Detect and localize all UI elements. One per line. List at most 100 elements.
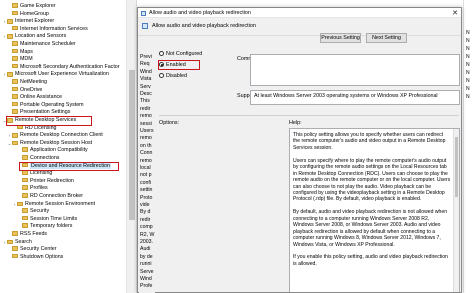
folder-icon [7, 72, 13, 77]
tree-item[interactable]: ⌄ Remote Desktop Session Host [0, 140, 93, 148]
help-paragraph: If you enable this policy setting, audio… [293, 254, 448, 267]
tree-item[interactable]: Application Compatibility [0, 147, 88, 155]
next-setting-button[interactable]: Next Setting [366, 33, 407, 43]
tree-item[interactable]: Portable Operating System [0, 101, 84, 110]
help-paragraph: Users can specify where to play the remo… [293, 157, 451, 203]
tree-item[interactable]: Connections [0, 155, 59, 163]
clipped-text: runni [140, 261, 152, 268]
dialog-subheader: Allow audio and video playback redirecti… [138, 19, 461, 36]
clipped-text: settin [140, 187, 153, 194]
options-label: Options: [159, 120, 180, 126]
setting-state: N [466, 54, 470, 60]
tree-item[interactable]: Maintenance Scheduler [0, 41, 76, 49]
clipped-text: Audi [140, 246, 151, 253]
radio-label: Enabled [166, 62, 186, 68]
tree-item[interactable]: RD Connection Broker [0, 193, 83, 201]
clipped-text: comp [140, 224, 153, 231]
setting-state: N [466, 94, 470, 100]
clipped-text: Proto [140, 194, 153, 201]
folder-icon [22, 208, 28, 213]
tree-item[interactable]: › Remote Desktop Connection Client [0, 132, 103, 140]
tree-item[interactable]: Maps [0, 48, 33, 57]
tree-item[interactable]: MDM [0, 56, 33, 64]
folder-icon [12, 140, 18, 146]
help-text: This policy setting allows you to specif… [293, 132, 451, 274]
folder-icon [12, 56, 18, 61]
tree-item[interactable]: Internet Information Services [0, 25, 88, 34]
folder-icon [22, 193, 28, 198]
setting-state: N [466, 30, 470, 36]
help-panel: This policy setting allows you to specif… [289, 128, 460, 292]
tree-item[interactable]: Game Explorer [0, 3, 56, 11]
radio-button[interactable] [159, 72, 164, 78]
tree-item[interactable]: Presentation Settings [0, 109, 70, 117]
clipped-text: Profe [140, 283, 153, 290]
setting-state: N [466, 46, 470, 52]
clipped-text: by de [140, 253, 153, 260]
tree-item[interactable]: › Internet Explorer [0, 18, 54, 26]
policy-icon [141, 10, 146, 16]
folder-icon [22, 177, 28, 183]
folder-icon [22, 162, 28, 168]
tree-item[interactable]: › Location and Sensors [0, 33, 67, 41]
radio-disabled[interactable]: Disabled [159, 72, 187, 80]
folder-icon [12, 133, 18, 138]
tree-item[interactable]: ⌄ Remote Desktop Services [0, 117, 77, 125]
tree-item-label: Maintenance Scheduler [20, 41, 76, 47]
close-icon[interactable]: ✕ [452, 9, 458, 17]
radio-not-configured[interactable]: Not Configured [159, 50, 202, 58]
radio-button[interactable] [159, 50, 164, 56]
tree-item-label: Internet Information Services [20, 25, 88, 32]
dialog-titlebar[interactable]: Allow audio and video playback redirecti… [138, 8, 461, 18]
help-scrollbar[interactable] [453, 129, 459, 292]
tree-item[interactable]: Security [0, 208, 49, 216]
tree-item-label: Location and Sensors [15, 33, 67, 40]
tree-item[interactable]: OneDrive [0, 86, 42, 95]
tree-item[interactable]: Microsoft Secondary Authentication Facto… [0, 63, 120, 72]
dialog-title: Allow audio and video playback redirecti… [149, 10, 251, 16]
tree-item[interactable]: RSS Feeds [0, 231, 47, 239]
clipped-text: Serve [140, 268, 154, 275]
tree-item-label: HomeGroup [20, 10, 49, 17]
tree-item[interactable]: Printer Redirection [0, 177, 74, 186]
folder-icon [17, 124, 23, 130]
tree-item[interactable]: Online Assistance [0, 94, 62, 102]
tree-item[interactable]: Shutdown Options [0, 253, 63, 262]
clipped-text: Wind [140, 68, 152, 75]
tree-item[interactable]: Licensing [0, 170, 52, 178]
folder-icon [7, 34, 13, 39]
tree-item-label: Device and Resource Redirection [30, 162, 111, 169]
tree-item[interactable]: HomeGroup [0, 10, 49, 19]
clipped-text: redir [140, 216, 151, 223]
radio-button[interactable] [159, 61, 164, 67]
tree-item[interactable]: › Remote Session Environment [0, 201, 95, 209]
radio-enabled[interactable]: Enabled [159, 61, 186, 69]
tree-item[interactable]: Device and Resource Redirection [0, 162, 111, 171]
clipped-text: R2, W [140, 231, 155, 238]
tree-item[interactable]: Profiles [0, 185, 48, 193]
tree-scroll-thumb[interactable] [129, 70, 135, 220]
tree-scrollbar[interactable] [126, 0, 136, 293]
tree-item-label: Game Explorer [20, 3, 56, 9]
state-column: NNNNNNNNN [463, 0, 474, 293]
clipped-text: Serv [140, 83, 151, 90]
tree-item-label: Presentation Settings [20, 109, 71, 116]
previous-setting-button[interactable]: Previous Setting [320, 33, 361, 43]
policy-tree-pane: Game Explorer HomeGroup › Internet Explorer… [0, 0, 137, 293]
tree-item[interactable]: RD Licensing [0, 124, 57, 133]
tree-item-label: Licensing [30, 170, 53, 177]
tree-item[interactable]: › Microsoft User Experience Virtualizatio… [0, 71, 109, 79]
folder-icon [12, 63, 18, 69]
clipped-text: Conn [140, 150, 153, 157]
tree-item[interactable]: NetMeeting [0, 79, 47, 87]
tree-item[interactable]: Session Time Limits [0, 215, 77, 224]
clipped-text: Wind [140, 276, 152, 282]
tree-item[interactable]: Temporary folders [0, 223, 72, 231]
help-paragraph: This policy setting allows you to specif… [293, 132, 446, 151]
radio-label: Not Configured [166, 51, 203, 57]
tree-item[interactable]: › Search [0, 239, 32, 247]
help-scroll-thumb[interactable] [455, 137, 458, 197]
tree-item[interactable]: Security Center [0, 246, 57, 254]
clipped-text: remo [140, 157, 152, 164]
comment-field[interactable] [250, 54, 460, 86]
